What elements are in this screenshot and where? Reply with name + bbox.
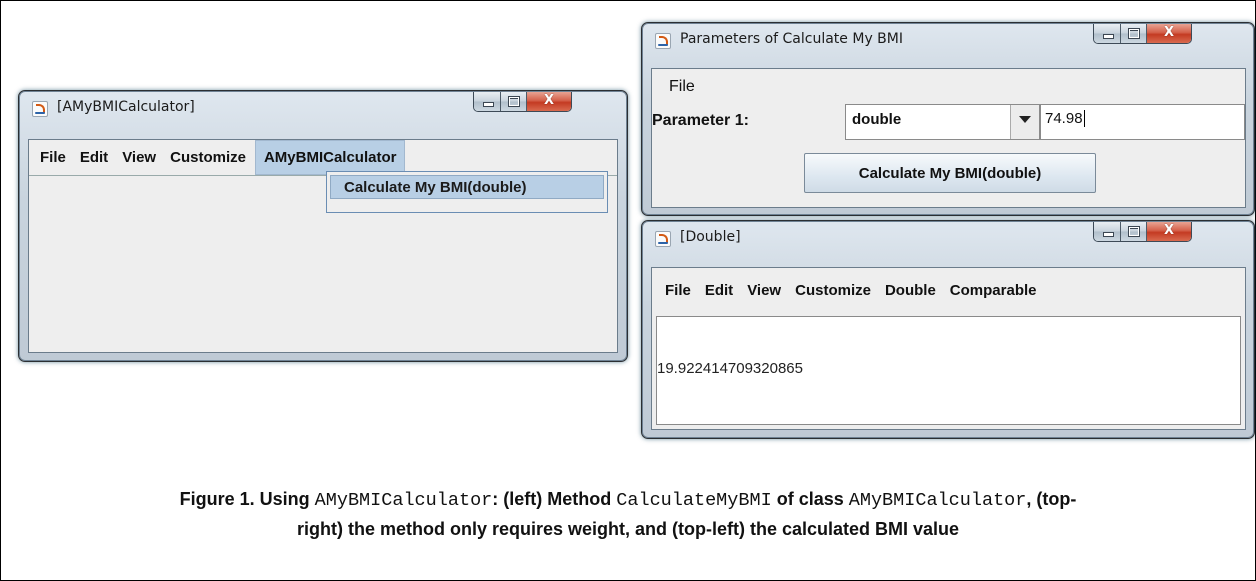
java-icon [32,101,48,117]
parameter-value-text: 74.98 [1045,110,1083,127]
minimize-icon[interactable] [474,92,501,111]
title-bar[interactable]: [Double] [642,221,1254,251]
minimize-icon[interactable] [1094,222,1121,241]
calculate-my-bmi-button[interactable]: Calculate My BMI(double) [804,153,1096,193]
window-title: Parameters of Calculate My BMI [680,31,903,47]
result-text-area[interactable]: 19.922414709320865 [656,316,1241,425]
java-icon [655,231,671,247]
figure-caption-line-2: right) the method only requires weight, … [296,519,960,539]
close-icon[interactable] [1147,24,1191,43]
window-content: File Parameter 1: double 74.98 Calculate… [651,68,1246,208]
menu-bar: File Edit View Customize AMyBMICalculato… [29,140,617,175]
amybmicalculator-window: [AMyBMICalculator] File Edit View Custom… [18,90,628,362]
dropdown-arrow-icon[interactable] [1010,105,1039,139]
menu-comparable[interactable]: Comparable [943,268,1044,312]
window-controls [1093,222,1192,242]
text-cursor [1083,110,1085,127]
type-combobox[interactable]: double [845,104,1040,140]
window-title: [AMyBMICalculator] [57,99,195,115]
menu-amybmicalculator[interactable]: AMyBMICalculator [254,140,406,175]
parameter-label: Parameter 1: [652,112,749,129]
result-value: 19.922414709320865 [657,360,803,377]
close-icon[interactable] [527,92,571,111]
window-content: File Edit View Customize Double Comparab… [651,267,1246,430]
parameter-value-field[interactable]: 74.98 [1040,104,1245,140]
java-icon [655,33,671,49]
menu-bar: File Edit View Customize Double Comparab… [652,268,1245,312]
window-title: [Double] [680,229,741,245]
caption-text: Figure 1. Using [179,489,315,509]
type-selected-value: double [852,111,902,128]
menu-view[interactable]: View [115,140,163,175]
menu-edit[interactable]: Edit [73,140,115,175]
menu-file[interactable]: File [669,78,695,96]
menu-customize[interactable]: Customize [163,140,253,175]
menu-view[interactable]: View [740,268,788,312]
figure-caption-line-1: Figure 1. Using AMyBMICalculator: (left)… [0,489,1256,511]
menu-double[interactable]: Double [878,268,943,312]
caption-code: AMyBMICalculator [314,490,493,511]
calculate-my-bmi-menu-item[interactable]: Calculate My BMI(double) [330,175,604,199]
menu-file[interactable]: File [29,140,73,175]
window-controls [1093,24,1192,44]
caption-text: , (top- [1026,489,1077,509]
maximize-icon[interactable] [1121,24,1147,43]
menu-popup: Calculate My BMI(double) [326,171,608,213]
close-icon[interactable] [1147,222,1191,241]
window-controls [473,92,572,112]
caption-text: : (left) Method [492,489,617,509]
menu-file[interactable]: File [652,268,698,312]
parameters-window: Parameters of Calculate My BMI File Para… [641,22,1255,216]
maximize-icon[interactable] [501,92,527,111]
maximize-icon[interactable] [1121,222,1147,241]
caption-text: of class [771,489,849,509]
title-bar[interactable]: Parameters of Calculate My BMI [642,23,1254,53]
menu-edit[interactable]: Edit [698,268,740,312]
minimize-icon[interactable] [1094,24,1121,43]
caption-code: AMyBMICalculator [848,490,1027,511]
double-result-window: [Double] File Edit View Customize Double… [641,220,1255,439]
menu-customize[interactable]: Customize [788,268,878,312]
caption-code: CalculateMyBMI [616,490,772,511]
title-bar[interactable]: [AMyBMICalculator] [19,91,627,121]
